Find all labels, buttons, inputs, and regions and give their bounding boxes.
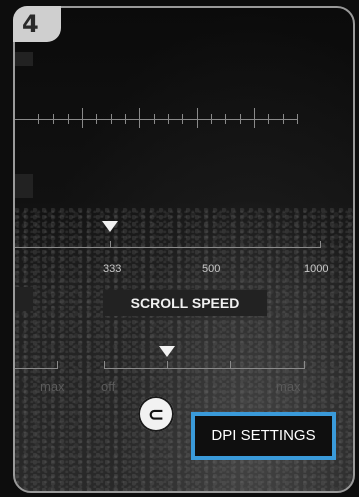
scroll-speed-track[interactable]: [104, 368, 305, 369]
scroll-tick: [104, 361, 105, 369]
scroll-tick: [230, 361, 231, 369]
scroll-left-max-label: max: [40, 379, 65, 394]
ruler-tick: [283, 114, 284, 124]
page-number-badge: 4: [13, 6, 61, 42]
badge-notch: [58, 6, 61, 20]
ruler-tick: [225, 114, 226, 124]
side-marker: [15, 174, 33, 198]
dpi-slider-handle[interactable]: [102, 221, 118, 232]
ruler-tick: [53, 114, 54, 124]
dpi-value-label: 500: [202, 263, 221, 275]
badge-number: 4: [22, 10, 39, 38]
scroll-speed-slider-handle[interactable]: [159, 346, 175, 357]
scroll-track-left: [15, 368, 58, 369]
ruler-tick: [96, 114, 97, 124]
ruler-tick: [182, 114, 183, 124]
scroll-max-label: max: [276, 379, 301, 394]
dpi-settings-button[interactable]: DPI SETTINGS: [191, 412, 336, 460]
ruler-tick: [168, 114, 169, 124]
dpi-tick: [320, 241, 321, 248]
dpi-value-label: 333: [103, 263, 122, 275]
side-marker: [15, 287, 33, 311]
scroll-tick: [304, 361, 305, 369]
ruler-tick: [154, 114, 155, 124]
ruler-tick: [297, 114, 298, 124]
ruler-tick: [254, 108, 255, 128]
scroll-off-label: off: [101, 379, 116, 394]
ruler-tick: [125, 114, 126, 124]
scroll-speed-button[interactable]: SCROLL SPEED: [103, 290, 267, 316]
scroll-tick: [167, 361, 168, 369]
ruler-tick: [68, 114, 69, 124]
scroll-tick: [57, 361, 58, 369]
ruler-tick: [38, 114, 39, 124]
ruler-tick: [268, 114, 269, 124]
c-badge-icon: ⊂: [138, 396, 174, 432]
ruler-tick: [240, 114, 241, 124]
top-ruler: [15, 119, 298, 120]
dpi-tick: [110, 241, 111, 248]
side-marker: [15, 52, 33, 66]
ruler-tick: [139, 108, 140, 128]
dpi-track[interactable]: [15, 247, 321, 248]
ruler-tick: [197, 108, 198, 128]
ruler-tick: [111, 114, 112, 124]
ruler-tick: [82, 108, 83, 128]
ruler-tick: [211, 114, 212, 124]
dpi-value-label: 1000: [304, 263, 329, 275]
